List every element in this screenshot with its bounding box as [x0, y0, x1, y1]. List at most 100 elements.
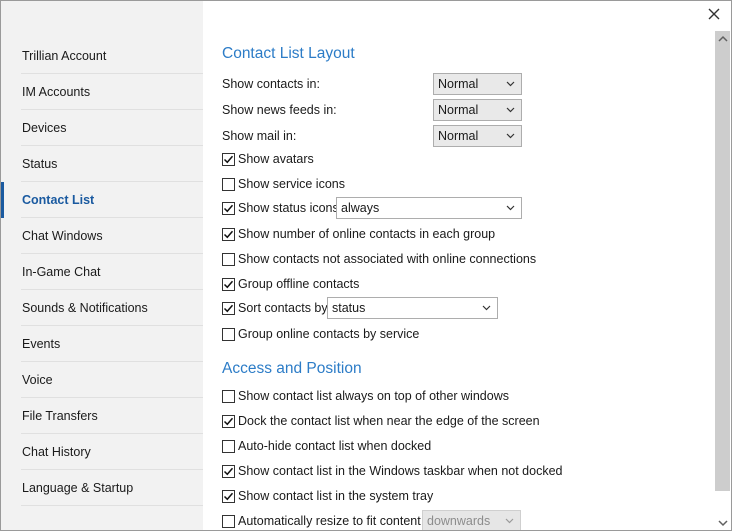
show-service-icons-checkbox[interactable]: [222, 177, 235, 191]
scroll-up-icon[interactable]: [718, 34, 728, 44]
always-on-top-row: Show contact list always on top of other…: [222, 385, 509, 407]
show-news-feeds-in-dropdown[interactable]: Normal: [433, 99, 522, 121]
sidebar-item-label: Status: [22, 157, 58, 171]
show-unassociated-row: Show contacts not associated with online…: [222, 248, 536, 270]
sidebar-item-label: Contact List: [22, 193, 95, 207]
auto-hide-checkbox[interactable]: [222, 439, 235, 453]
dropdown-value: downwards: [427, 514, 491, 528]
dropdown-value: status: [332, 301, 366, 315]
sidebar-item-label: Sounds & Notifications: [22, 301, 148, 315]
sidebar-item-label: IM Accounts: [22, 85, 91, 99]
show-in-taskbar-row: Show contact list in the Windows taskbar…: [222, 460, 562, 482]
status-icons-dropdown[interactable]: always: [336, 197, 522, 219]
show-avatars-row: Show avatars: [222, 148, 314, 170]
sidebar-item-trillian-account[interactable]: Trillian Account: [1, 38, 203, 74]
sidebar-item-label: Language & Startup: [22, 481, 134, 495]
dropdown-value: always: [341, 201, 380, 215]
checkmark-icon: [223, 417, 234, 425]
chevron-down-icon: [506, 107, 515, 113]
scrollbar-thumb[interactable]: [715, 31, 730, 491]
sidebar-item-contact-list[interactable]: Contact List: [1, 182, 203, 218]
auto-resize-label: Automatically resize to fit content: [238, 514, 421, 528]
sort-contacts-label: Sort contacts by: [238, 301, 328, 315]
sidebar: Trillian Account IM Accounts Devices Sta…: [1, 1, 203, 530]
show-in-tray-row: Show contact list in the system tray: [222, 485, 433, 507]
sidebar-item-file-transfers[interactable]: File Transfers: [1, 398, 203, 434]
sidebar-nav: Trillian Account IM Accounts Devices Sta…: [1, 38, 203, 506]
chevron-down-icon: [506, 81, 515, 87]
show-online-count-checkbox[interactable]: [222, 227, 235, 241]
sidebar-item-label: Events: [22, 337, 61, 351]
checkmark-icon: [223, 304, 234, 312]
sidebar-item-in-game-chat[interactable]: In-Game Chat: [1, 254, 203, 290]
always-on-top-checkbox[interactable]: [222, 389, 235, 403]
checkmark-icon: [223, 467, 234, 475]
sidebar-item-sounds-notifications[interactable]: Sounds & Notifications: [1, 290, 203, 326]
show-avatars-checkbox[interactable]: [222, 152, 235, 166]
dock-near-edge-checkbox[interactable]: [222, 414, 235, 428]
show-contacts-in-row: Show contacts in:: [222, 73, 320, 95]
vertical-scrollbar[interactable]: [715, 31, 731, 530]
group-offline-checkbox[interactable]: [222, 277, 235, 291]
show-unassociated-checkbox[interactable]: [222, 252, 235, 266]
auto-resize-checkbox[interactable]: [222, 514, 235, 528]
sidebar-item-label: Chat History: [22, 445, 91, 459]
show-in-taskbar-label: Show contact list in the Windows taskbar…: [238, 464, 563, 478]
sidebar-item-status[interactable]: Status: [1, 146, 203, 182]
sidebar-item-events[interactable]: Events: [1, 326, 203, 362]
show-in-tray-checkbox[interactable]: [222, 489, 235, 503]
auto-resize-direction-dropdown[interactable]: downwards: [422, 510, 521, 530]
sidebar-item-label: Devices: [22, 121, 67, 135]
chevron-down-icon: [482, 305, 491, 311]
dock-near-edge-row: Dock the contact list when near the edge…: [222, 410, 540, 432]
dock-near-edge-label: Dock the contact list when near the edge…: [238, 414, 540, 428]
preferences-window: Trillian Account IM Accounts Devices Sta…: [0, 0, 732, 531]
sort-contacts-dropdown[interactable]: status: [327, 297, 498, 319]
sidebar-item-label: In-Game Chat: [22, 265, 101, 279]
group-offline-row: Group offline contacts: [222, 273, 359, 295]
dropdown-value: Normal: [438, 103, 479, 117]
show-mail-in-row: Show mail in:: [222, 125, 296, 147]
group-offline-label: Group offline contacts: [238, 277, 360, 291]
scroll-down-icon[interactable]: [718, 518, 728, 528]
sidebar-item-im-accounts[interactable]: IM Accounts: [1, 74, 203, 110]
sidebar-item-chat-windows[interactable]: Chat Windows: [1, 218, 203, 254]
show-in-taskbar-checkbox[interactable]: [222, 464, 235, 478]
show-mail-in-dropdown[interactable]: Normal: [433, 125, 522, 147]
show-status-icons-checkbox[interactable]: [222, 201, 235, 215]
chevron-down-icon: [506, 133, 515, 139]
chevron-down-icon: [505, 518, 514, 524]
sidebar-item-language-startup[interactable]: Language & Startup: [1, 470, 203, 506]
sidebar-item-voice[interactable]: Voice: [1, 362, 203, 398]
section-title-access-position: Access and Position: [222, 360, 362, 377]
sort-contacts-row: Sort contacts by: [222, 297, 328, 319]
auto-resize-row: Automatically resize to fit content: [222, 510, 421, 530]
show-status-icons-label: Show status icons: [238, 201, 339, 215]
section-title-contact-list-layout: Contact List Layout: [222, 45, 355, 62]
checkmark-icon: [223, 230, 234, 238]
show-online-count-row: Show number of online contacts in each g…: [222, 223, 495, 245]
show-news-feeds-in-label: Show news feeds in:: [222, 103, 337, 117]
checkmark-icon: [223, 204, 234, 212]
sidebar-item-label: Chat Windows: [22, 229, 103, 243]
show-avatars-label: Show avatars: [238, 152, 314, 166]
sidebar-item-devices[interactable]: Devices: [1, 110, 203, 146]
chevron-down-icon: [506, 205, 515, 211]
show-service-icons-row: Show service icons: [222, 173, 345, 195]
show-mail-in-label: Show mail in:: [222, 129, 297, 143]
sidebar-item-label: Voice: [22, 373, 53, 387]
sidebar-item-label: Trillian Account: [22, 49, 107, 63]
settings-content: Contact List Layout Show contacts in: No…: [222, 1, 712, 530]
show-in-tray-label: Show contact list in the system tray: [238, 489, 434, 503]
group-online-by-service-checkbox[interactable]: [222, 327, 235, 341]
show-contacts-in-dropdown[interactable]: Normal: [433, 73, 522, 95]
group-online-by-service-row: Group online contacts by service: [222, 323, 419, 345]
sidebar-item-chat-history[interactable]: Chat History: [1, 434, 203, 470]
show-news-feeds-in-row: Show news feeds in:: [222, 99, 337, 121]
dropdown-value: Normal: [438, 77, 479, 91]
checkmark-icon: [223, 280, 234, 288]
sort-contacts-checkbox[interactable]: [222, 301, 235, 315]
auto-hide-label: Auto-hide contact list when docked: [238, 439, 432, 453]
show-unassociated-label: Show contacts not associated with online…: [238, 252, 537, 266]
auto-hide-row: Auto-hide contact list when docked: [222, 435, 431, 457]
